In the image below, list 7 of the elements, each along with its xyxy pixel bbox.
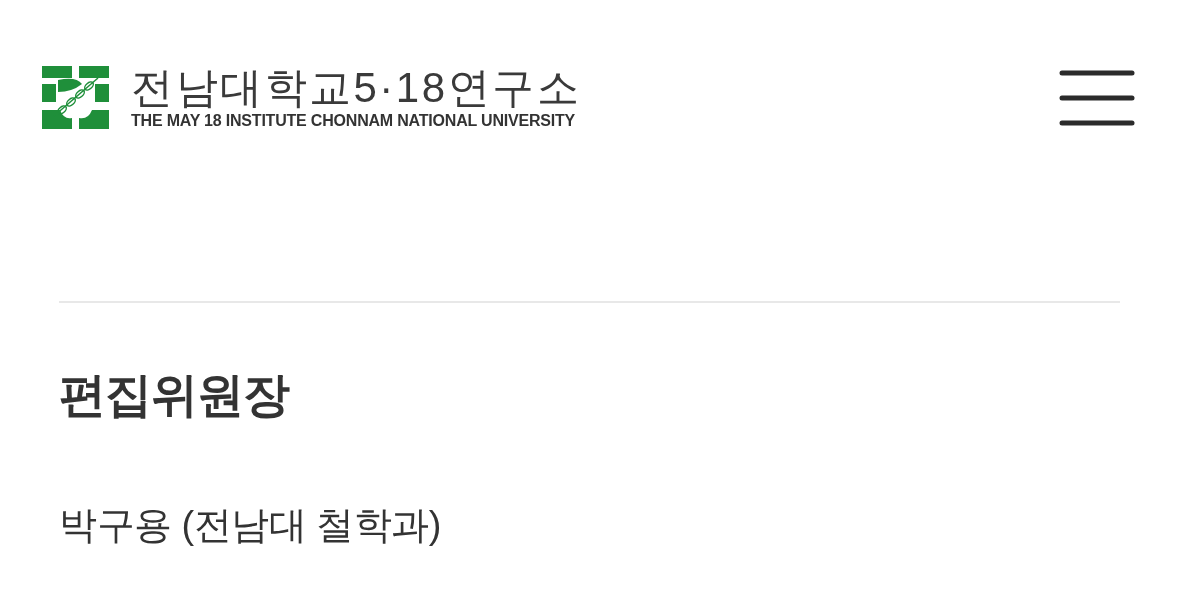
emblem-icon [42, 66, 109, 129]
menu-icon [1059, 69, 1135, 126]
logo-title: 전남대학교5·18연구소 [131, 66, 582, 110]
logo-subtitle: THE MAY 18 INSTITUTE CHONNAM NATIONAL UNIVERSITY [131, 112, 577, 129]
section-heading: 편집위원장 [59, 367, 291, 423]
member-name: 박구용 (전남대 철학과) [59, 503, 442, 548]
menu-button[interactable] [1059, 69, 1135, 126]
